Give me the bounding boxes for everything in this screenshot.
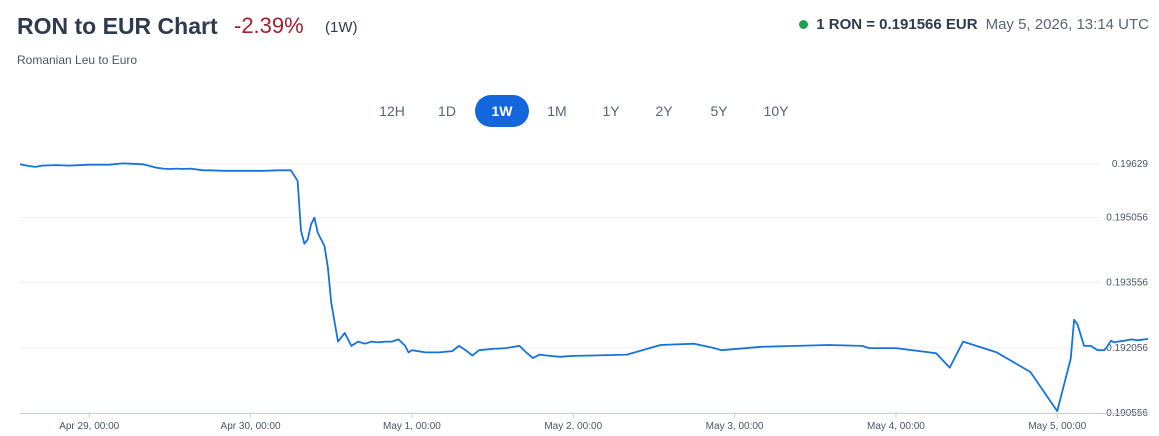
y-tick-label: 0.195056	[1106, 212, 1148, 223]
x-tick-label: May 3, 00:00	[706, 421, 764, 432]
y-tick-label: 0.19629	[1112, 159, 1149, 170]
rate-series-line[interactable]	[19, 162, 1149, 412]
y-tick-label: 0.192056	[1106, 343, 1148, 354]
rate-line-chart: 0.196290.1950560.1935560.1920560.190556A…	[19, 159, 1149, 432]
x-tick-label: May 1, 00:00	[383, 421, 441, 432]
x-tick-label: Apr 29, 00:00	[59, 421, 119, 432]
x-tick-label: May 2, 00:00	[544, 421, 602, 432]
y-tick-label: 0.193556	[1106, 278, 1148, 289]
x-tick-label: May 5, 00:00	[1028, 421, 1086, 432]
x-tick-label: May 4, 00:00	[867, 421, 925, 432]
x-tick-label: Apr 30, 00:00	[221, 421, 281, 432]
